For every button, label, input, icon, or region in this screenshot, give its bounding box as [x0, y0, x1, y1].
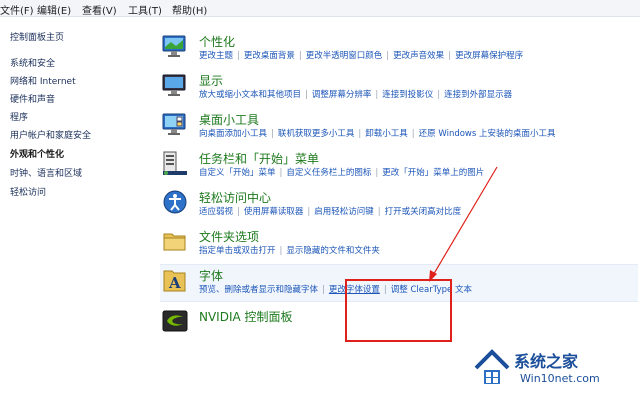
category-links: 向桌面添加小工具 | 联机获取更多小工具 | 卸载小工具 | 还原 Windows 上安装的…	[199, 129, 556, 139]
watermark-title: 系统之家	[514, 352, 579, 371]
personalization-icon[interactable]	[162, 33, 188, 59]
category-links: 指定单击或双击打开 | 显示隐藏的文件和文件夹	[199, 246, 380, 256]
link-high-contrast[interactable]: 打开或关闭高对比度	[385, 207, 462, 217]
sidebar-item-clock-language[interactable]: 时钟、语言和区域	[10, 166, 82, 179]
link-connect-external-display[interactable]: 连接到外部显示器	[444, 90, 512, 100]
gadgets-icon[interactable]	[162, 111, 188, 137]
category-title[interactable]: 桌面小工具	[199, 111, 259, 128]
link-connect-projector[interactable]: 连接到投影仪	[382, 90, 433, 100]
link-change-desktop-background[interactable]: 更改桌面背景	[244, 51, 295, 61]
link-preview-delete-fonts[interactable]: 预览、删除或者显示和隐藏字体	[199, 285, 318, 295]
menu-help[interactable]: 帮助(H)	[172, 2, 207, 17]
taskbar-icon[interactable]	[162, 150, 188, 176]
link-change-screensaver[interactable]: 更改屏幕保护程序	[455, 51, 523, 61]
sidebar-home-link[interactable]: 控制面板主页	[10, 30, 64, 43]
link-change-sound-effects[interactable]: 更改声音效果	[393, 51, 444, 61]
link-add-gadgets[interactable]: 向桌面添加小工具	[199, 129, 267, 139]
category-title[interactable]: 显示	[199, 72, 223, 89]
link-easy-access-keys[interactable]: 启用轻松访问键	[314, 207, 374, 217]
link-uninstall-gadget[interactable]: 卸载小工具	[365, 129, 408, 139]
link-restore-gadgets[interactable]: 还原 Windows 上安装的桌面小工具	[419, 129, 556, 139]
sidebar-item-appearance[interactable]: 外观和个性化	[10, 147, 64, 160]
menu-edit[interactable]: 编辑(E)	[37, 2, 71, 17]
sidebar-item-network[interactable]: 网络和 Internet	[10, 74, 76, 87]
sidebar-item-user-accounts[interactable]: 用户帐户和家庭安全	[10, 128, 91, 141]
watermark: 系统之家 Win10net.com	[472, 344, 638, 394]
link-change-window-color[interactable]: 更改半透明窗口颜色	[306, 51, 383, 61]
category-title[interactable]: 文件夹选项	[199, 228, 259, 245]
highlight-box	[345, 279, 452, 342]
link-get-more-gadgets[interactable]: 联机获取更多小工具	[278, 129, 355, 139]
link-change-theme[interactable]: 更改主题	[199, 51, 233, 61]
sidebar: 控制面板主页 系统和安全 网络和 Internet 硬件和声音 程序 用户帐户和…	[0, 17, 148, 396]
house-logo-icon	[474, 349, 510, 384]
nvidia-icon[interactable]	[162, 308, 188, 334]
menu-bar: 文件(F) 编辑(E) 查看(V) 工具(T) 帮助(H)	[0, 0, 640, 17]
link-single-double-click[interactable]: 指定单击或双击打开	[199, 246, 276, 256]
category-title[interactable]: 个性化	[199, 33, 235, 50]
link-show-hidden-files[interactable]: 显示隐藏的文件和文件夹	[286, 246, 380, 256]
sidebar-item-ease-of-access[interactable]: 轻松访问	[10, 185, 46, 198]
link-resize-text[interactable]: 放大或缩小文本和其他项目	[199, 90, 301, 100]
sidebar-item-programs[interactable]: 程序	[10, 110, 28, 123]
category-title[interactable]: 任务栏和「开始」菜单	[199, 150, 319, 167]
category-title[interactable]: NVIDIA 控制面板	[199, 308, 293, 325]
link-low-vision[interactable]: 适应弱视	[199, 207, 233, 217]
svg-text:A: A	[168, 274, 181, 292]
link-screen-resolution[interactable]: 调整屏幕分辨率	[312, 90, 372, 100]
sidebar-item-system-security[interactable]: 系统和安全	[10, 56, 55, 69]
menu-view[interactable]: 查看(V)	[82, 2, 117, 17]
link-customize-taskbar-icons[interactable]: 自定义任务栏上的图标	[286, 168, 371, 178]
sidebar-item-hardware-sound[interactable]: 硬件和声音	[10, 92, 55, 105]
category-links: 适应弱视 | 使用屏幕读取器 | 启用轻松访问键 | 打开或关闭高对比度	[199, 207, 462, 217]
fonts-icon[interactable]: A	[162, 267, 188, 293]
link-change-start-menu-picture[interactable]: 更改「开始」菜单上的图片	[382, 168, 484, 178]
menu-file[interactable]: 文件(F)	[0, 2, 34, 17]
ease-of-access-icon[interactable]	[162, 189, 188, 215]
watermark-url: Win10net.com	[520, 372, 600, 385]
category-links: 自定义「开始」菜单 | 自定义任务栏上的图标 | 更改「开始」菜单上的图片	[199, 168, 485, 178]
menu-tools[interactable]: 工具(T)	[128, 2, 162, 17]
display-icon[interactable]	[162, 72, 188, 98]
category-title[interactable]: 轻松访问中心	[199, 189, 271, 206]
link-screen-reader[interactable]: 使用屏幕读取器	[244, 207, 304, 217]
category-links: 更改主题 | 更改桌面背景 | 更改半透明窗口颜色 | 更改声音效果 | 更改屏幕保护程序	[199, 51, 524, 61]
category-title[interactable]: 字体	[199, 267, 223, 284]
category-links: 放大或缩小文本和其他项目 | 调整屏幕分辨率 | 连接到投影仪 | 连接到外部显示器	[199, 90, 513, 100]
link-customize-start-menu[interactable]: 自定义「开始」菜单	[199, 168, 276, 178]
folder-options-icon[interactable]	[162, 228, 188, 254]
